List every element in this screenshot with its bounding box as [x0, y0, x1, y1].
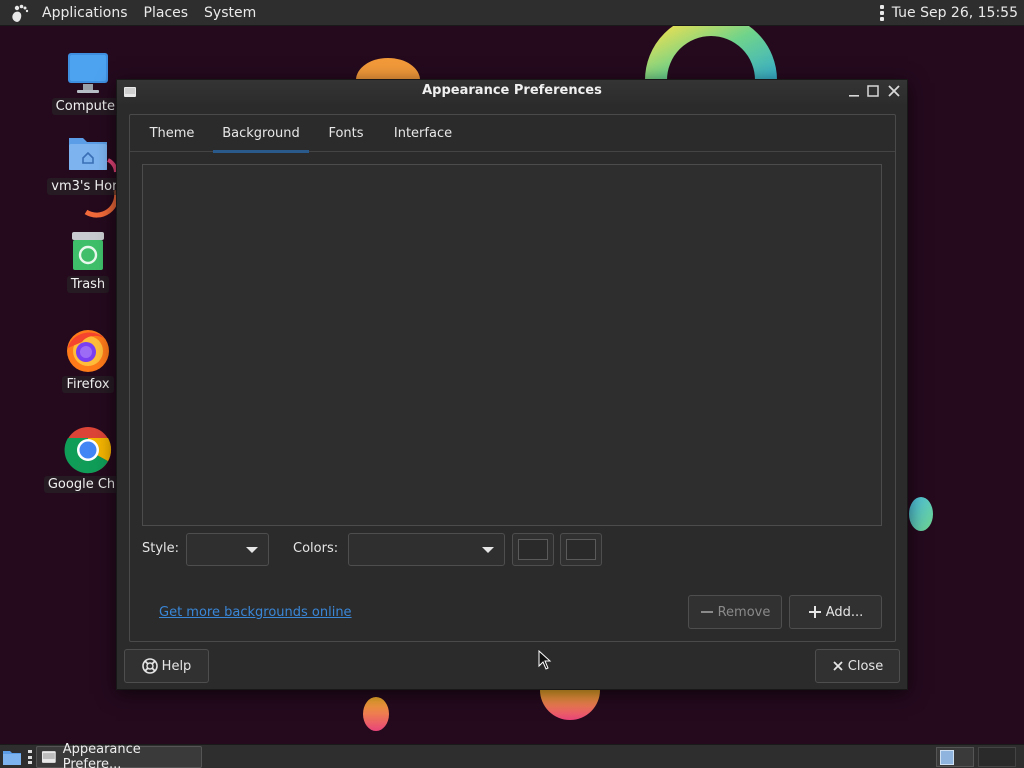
remove-button-label: Remove: [717, 604, 771, 620]
chevron-down-icon: [246, 547, 258, 553]
workspace-2[interactable]: [978, 747, 1016, 767]
taskbar-label: Appearance Prefere...: [62, 742, 141, 768]
help-button[interactable]: Help: [124, 649, 209, 683]
help-lifebuoy-icon: [141, 658, 158, 674]
minimize-icon[interactable]: [847, 84, 861, 98]
remove-button[interactable]: Remove: [688, 595, 782, 629]
panel-overflow-icon[interactable]: [879, 5, 884, 21]
minus-icon: [700, 611, 713, 613]
primary-color-button[interactable]: [512, 533, 554, 566]
clock[interactable]: Tue Sep 26, 15:55: [892, 5, 1018, 21]
tab-theme[interactable]: Theme: [138, 115, 206, 152]
top-panel: Applications Places System Tue Sep 26, 1…: [0, 0, 1024, 26]
window-title: Appearance Preferences: [422, 83, 602, 98]
menu-places[interactable]: Places: [136, 0, 197, 26]
chrome-icon: [64, 427, 112, 474]
menu-system[interactable]: System: [196, 0, 264, 26]
close-button-label: Close: [847, 658, 884, 674]
chevron-down-icon: [482, 547, 494, 553]
primary-color-swatch: [518, 539, 548, 560]
tab-background[interactable]: Background: [213, 115, 309, 153]
firefox-icon: [67, 330, 109, 372]
mouse-cursor-icon: [538, 650, 552, 670]
desktop-icon-label: Computer: [51, 98, 125, 115]
close-x-icon: [833, 661, 843, 671]
secondary-color-swatch: [566, 539, 596, 560]
close-button[interactable]: Close: [815, 649, 900, 683]
plus-icon: [808, 606, 821, 618]
get-more-backgrounds-link[interactable]: Get more backgrounds online: [159, 605, 352, 620]
help-button-label: Help: [161, 658, 192, 674]
workspace-1[interactable]: [936, 747, 974, 767]
window-app-icon: [41, 751, 56, 763]
close-icon[interactable]: [887, 84, 901, 98]
monitor-icon: [68, 53, 108, 93]
panel-handle-icon[interactable]: [28, 750, 32, 764]
colors-dropdown[interactable]: [348, 533, 505, 566]
desktop-icon-label: Firefox: [62, 376, 114, 393]
secondary-color-button[interactable]: [560, 533, 602, 566]
style-dropdown[interactable]: [186, 533, 269, 566]
appearance-preferences-window: Appearance Preferences Theme Background …: [116, 79, 908, 690]
taskbar-appearance-preferences[interactable]: Appearance Prefere...: [36, 742, 202, 768]
gnome-foot-icon[interactable]: [8, 2, 30, 24]
colors-label: Colors:: [293, 541, 339, 556]
maximize-icon[interactable]: [866, 84, 880, 98]
tab-fonts[interactable]: Fonts: [316, 115, 376, 152]
tab-interface[interactable]: Interface: [383, 115, 463, 152]
window-titlebar[interactable]: Appearance Preferences: [117, 80, 907, 104]
home-folder-icon: [69, 138, 107, 170]
tab-bar: Theme Background Fonts Interface: [130, 115, 895, 153]
add-button-label: Add...: [825, 604, 864, 620]
desktop-icon-label: Trash: [66, 276, 110, 293]
bottom-panel: Appearance Prefere...: [0, 742, 1024, 768]
show-desktop-icon[interactable]: [2, 748, 22, 766]
style-label: Style:: [142, 541, 180, 556]
menu-applications[interactable]: Applications: [34, 0, 136, 26]
background-list[interactable]: [142, 164, 882, 526]
preferences-notebook: Theme Background Fonts Interface Style: …: [129, 114, 896, 642]
add-button[interactable]: Add...: [789, 595, 882, 629]
trash-icon: [72, 232, 104, 270]
